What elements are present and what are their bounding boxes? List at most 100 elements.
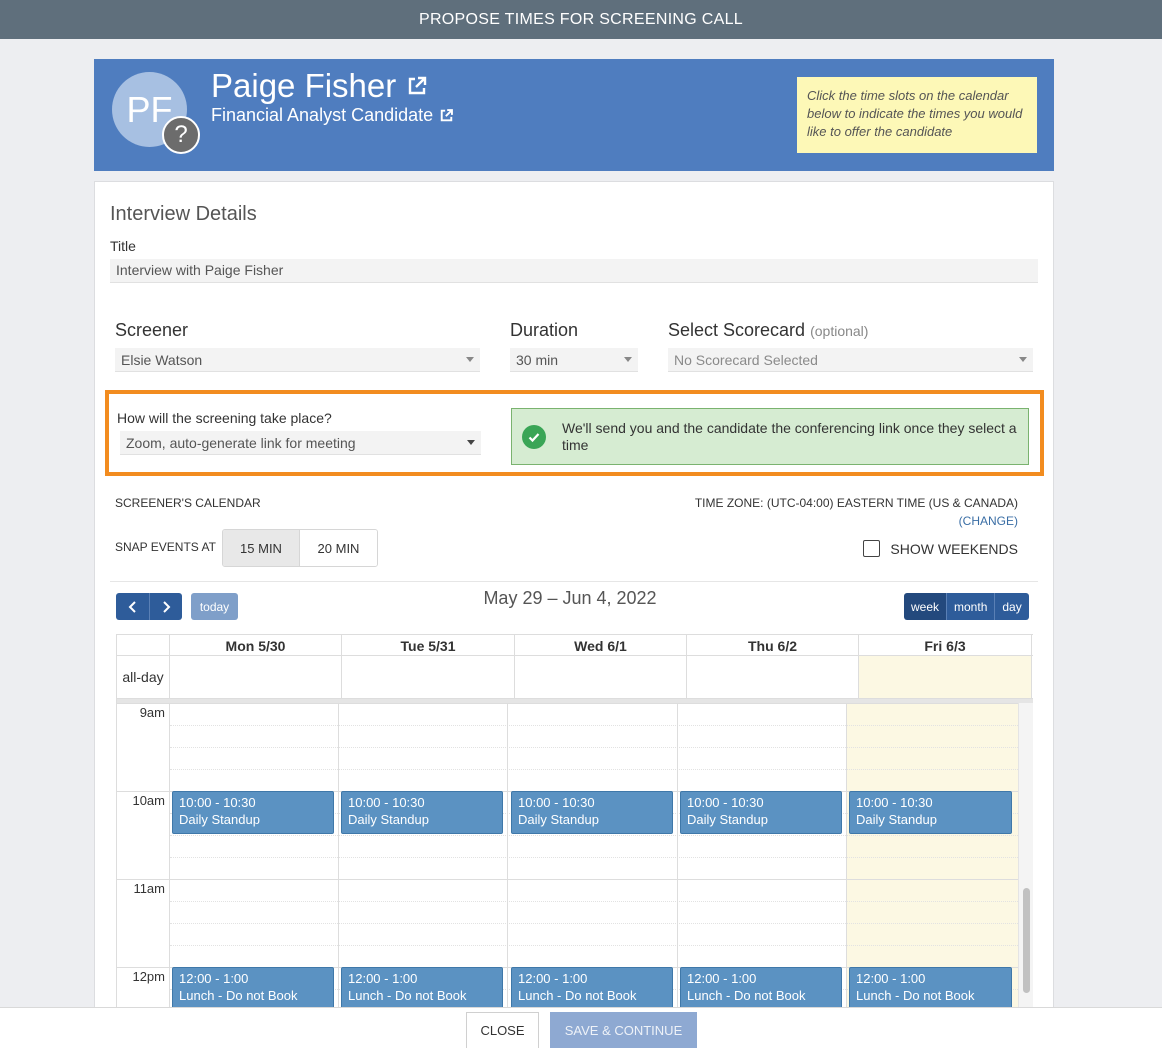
event-time: 10:00 - 10:30 (856, 795, 933, 810)
column-line (169, 703, 170, 1012)
calendar-event[interactable]: 12:00 - 1:00 Lunch - Do not Book (341, 967, 503, 1010)
show-weekends-checkbox[interactable] (863, 540, 881, 557)
snap-15-button[interactable]: 15 MIN (223, 530, 300, 566)
calendar-event[interactable]: 10:00 - 10:30 Daily Standup (341, 791, 503, 834)
event-title: Lunch - Do not Book (348, 988, 467, 1003)
title-input[interactable]: Interview with Paige Fisher (110, 259, 1038, 283)
event-title: Daily Standup (348, 812, 429, 827)
location-label: How will the screening take place? (117, 410, 332, 426)
screener-value: Elsie Watson (121, 352, 203, 368)
candidate-name: Paige Fisher (211, 67, 397, 104)
event-title: Lunch - Do not Book (518, 988, 637, 1003)
candidate-role-link[interactable]: Financial Analyst Candidate (211, 105, 454, 126)
caret-down-icon (624, 357, 632, 362)
scorecard-label-text: Select Scorecard (668, 320, 806, 340)
all-day-slot[interactable] (170, 656, 342, 698)
event-time: 12:00 - 1:00 (856, 971, 926, 986)
screener-label: Screener (115, 320, 189, 340)
show-weekends-toggle[interactable]: SHOW WEEKENDS (863, 540, 1018, 557)
calendar-event[interactable]: 12:00 - 1:00 Lunch - Do not Book (172, 967, 334, 1010)
all-day-slot[interactable] (515, 656, 687, 698)
day-header: Tue 5/31 (342, 635, 515, 656)
location-select[interactable]: Zoom, auto-generate link for meeting (120, 431, 481, 455)
candidate-header: PF ? Paige Fisher Financial Analyst Cand… (94, 59, 1054, 171)
calendar-event[interactable]: 12:00 - 1:00 Lunch - Do not Book (680, 967, 842, 1010)
event-time: 10:00 - 10:30 (348, 795, 425, 810)
candidate-name-link[interactable]: Paige Fisher (211, 67, 428, 105)
question-icon: ? (174, 121, 188, 148)
event-time: 10:00 - 10:30 (518, 795, 595, 810)
quarter-line (170, 747, 1018, 748)
column-line (507, 703, 508, 1012)
calendar-event[interactable]: 10:00 - 10:30 Daily Standup (849, 791, 1012, 834)
time-grid[interactable]: 9am 10am 11am 12pm 10:00 - 10:30 Daily S… (117, 703, 1018, 1012)
all-day-slot[interactable] (342, 656, 515, 698)
calendar-scrollbar[interactable] (1018, 703, 1033, 1012)
snap-20-button[interactable]: 20 MIN (300, 530, 377, 566)
quarter-line (170, 835, 1018, 836)
view-week-button[interactable]: week (904, 593, 947, 620)
event-title: Daily Standup (856, 812, 937, 827)
snap-toggle-group: 15 MIN 20 MIN (222, 529, 378, 567)
caret-down-icon (466, 357, 474, 362)
duration-select[interactable]: 30 min (510, 348, 638, 372)
column-line (846, 703, 847, 1012)
scorecard-label: Select Scorecard (optional) (668, 320, 868, 341)
header-corner (117, 635, 170, 656)
calendar-header-row: Mon 5/30 Tue 5/31 Wed 6/1 Thu 6/2 Fri 6/… (117, 634, 1033, 656)
column-line (677, 703, 678, 1012)
interview-details-panel: Interview Details Title Interview with P… (94, 181, 1054, 1012)
day-header: Wed 6/1 (515, 635, 687, 656)
calendar-event[interactable]: 10:00 - 10:30 Daily Standup (172, 791, 334, 834)
event-time: 12:00 - 1:00 (687, 971, 757, 986)
event-title: Lunch - Do not Book (687, 988, 806, 1003)
change-timezone-link[interactable]: (CHANGE) (959, 514, 1018, 528)
calendar-event[interactable]: 12:00 - 1:00 Lunch - Do not Book (511, 967, 673, 1010)
view-day-button[interactable]: day (994, 593, 1029, 620)
scrollbar-thumb[interactable] (1023, 888, 1030, 993)
hour-label: 9am (139, 705, 165, 720)
modal-footer: CLOSE SAVE & CONTINUE (0, 1007, 1162, 1048)
candidate-role: Financial Analyst Candidate (211, 105, 434, 125)
title-label: Title (110, 238, 136, 254)
save-continue-button[interactable]: SAVE & CONTINUE (550, 1012, 697, 1048)
event-title: Daily Standup (687, 812, 768, 827)
view-month-button[interactable]: month (946, 593, 995, 620)
calendar-event[interactable]: 10:00 - 10:30 Daily Standup (511, 791, 673, 834)
all-day-slot[interactable] (859, 656, 1032, 698)
quarter-line (170, 725, 1018, 726)
section-title: Interview Details (110, 203, 257, 225)
day-header: Mon 5/30 (170, 635, 342, 656)
event-time: 12:00 - 1:00 (348, 971, 418, 986)
external-link-icon[interactable] (406, 75, 428, 97)
calendar-event[interactable]: 10:00 - 10:30 Daily Standup (680, 791, 842, 834)
snap-label: SNAP EVENTS AT (115, 540, 216, 554)
close-button[interactable]: CLOSE (466, 1012, 539, 1048)
hour-line (117, 703, 1018, 704)
timezone-label: TIME ZONE: (UTC-04:00) EASTERN TIME (US … (694, 496, 1018, 510)
caret-down-icon (1019, 357, 1027, 362)
day-header: Thu 6/2 (687, 635, 859, 656)
day-header: Fri 6/3 (859, 635, 1032, 656)
modal-title-bar: PROPOSE TIMES FOR SCREENING CALL (0, 0, 1162, 39)
show-weekends-label: SHOW WEEKENDS (890, 540, 1018, 557)
event-time: 12:00 - 1:00 (179, 971, 249, 986)
avatar-unknown-badge: ? (162, 116, 200, 154)
all-day-slot[interactable] (687, 656, 859, 698)
external-link-icon[interactable] (439, 108, 454, 123)
week-calendar: Mon 5/30 Tue 5/31 Wed 6/1 Thu 6/2 Fri 6/… (116, 634, 1033, 1012)
conferencing-note: We'll send you and the candidate the con… (511, 408, 1029, 465)
all-day-label: all-day (117, 656, 170, 698)
hour-line (117, 879, 1018, 880)
hour-label: 10am (132, 793, 165, 808)
quarter-line (170, 857, 1018, 858)
quarter-line (170, 945, 1018, 946)
quarter-line (170, 769, 1018, 770)
event-title: Lunch - Do not Book (179, 988, 298, 1003)
screener-select[interactable]: Elsie Watson (115, 348, 480, 372)
quarter-line (170, 923, 1018, 924)
calendar-event[interactable]: 12:00 - 1:00 Lunch - Do not Book (849, 967, 1012, 1010)
column-line (338, 703, 339, 1012)
scorecard-select[interactable]: No Scorecard Selected (668, 348, 1033, 372)
event-title: Lunch - Do not Book (856, 988, 975, 1003)
